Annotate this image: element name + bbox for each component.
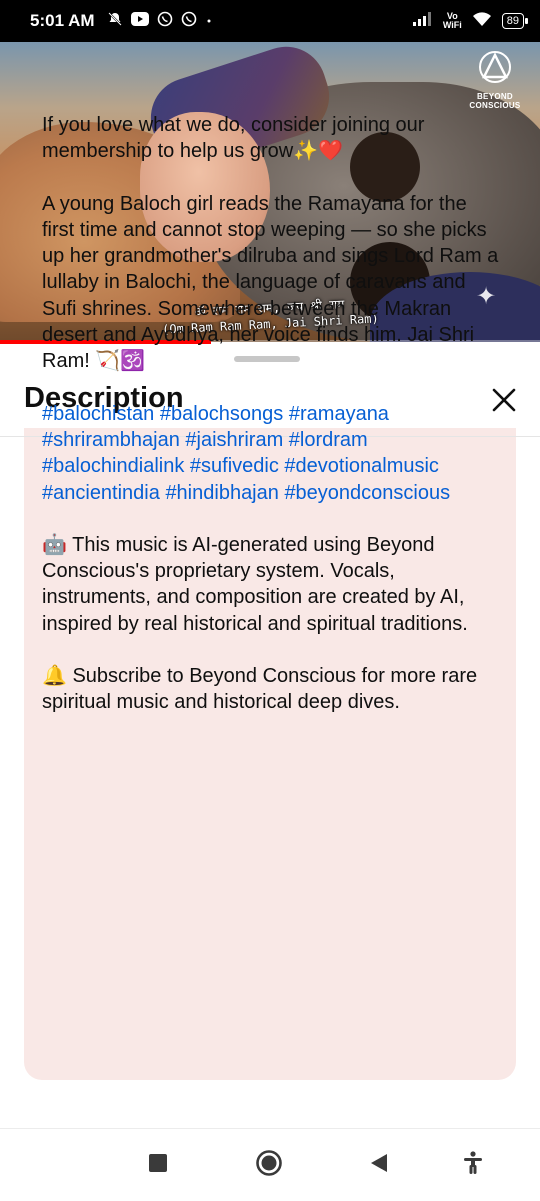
hashtag-link[interactable]: #jaishriram (185, 429, 283, 451)
hashtag-link[interactable]: #ancientindia (42, 482, 160, 504)
hashtag-link[interactable]: #devotionalmusic (284, 455, 439, 477)
accessibility-icon (462, 1150, 484, 1180)
back-icon (369, 1153, 389, 1178)
alarm-off-icon (107, 11, 123, 32)
description-intro: If you love what we do, consider joining… (42, 114, 425, 163)
battery-indicator: 89 (501, 13, 529, 29)
status-bar: 5:01 AM Vo WiFi 89 (0, 0, 540, 42)
youtube-icon (130, 11, 149, 31)
status-system-icons: Vo WiFi 89 (412, 11, 529, 32)
description-text: If you love what we do, consider joining… (42, 112, 502, 742)
status-notification-icons (107, 11, 213, 32)
channel-watermark-text: BEYOND CONSCIOUS (469, 92, 521, 110)
whatsapp-icon (181, 11, 197, 32)
hashtag-link[interactable]: #hindibhajan (165, 482, 278, 504)
hashtag-link[interactable]: #balochindialink (42, 455, 184, 477)
vowifi-label-bottom: WiFi (442, 20, 462, 30)
hashtag-link[interactable]: #ramayana (289, 403, 389, 425)
description-story: A young Baloch girl reads the Ramayana f… (42, 192, 499, 373)
recents-button[interactable] (142, 1149, 174, 1181)
back-button[interactable] (363, 1149, 395, 1181)
hashtag-link[interactable]: #sufivedic (190, 455, 279, 477)
home-icon (255, 1149, 283, 1182)
hashtag-link[interactable]: #beyondconscious (284, 482, 450, 504)
whatsapp-icon (157, 11, 173, 32)
home-button[interactable] (253, 1149, 285, 1181)
hashtag-link[interactable]: #balochistan (42, 403, 154, 425)
triangle-logo-icon (464, 50, 526, 92)
hashtag-link[interactable]: #lordram (289, 429, 368, 451)
description-subscribe: 🔔 Subscribe to Beyond Conscious for more… (42, 665, 478, 714)
status-time: 5:01 AM (30, 11, 95, 30)
description-ai-note: 🤖 This music is AI-generated using Beyon… (42, 533, 468, 635)
wifi-icon (472, 11, 492, 32)
vowifi-label: Vo WiFi (443, 12, 462, 30)
recents-icon (148, 1153, 168, 1178)
system-navigation-bar (0, 1128, 540, 1201)
hashtag-link[interactable]: #shrirambhajan (42, 429, 180, 451)
cellular-signal-icon (412, 11, 433, 31)
hashtag-list: #balochistan #balochsongs #ramayana #shr… (42, 401, 502, 506)
hashtag-link[interactable]: #balochsongs (160, 403, 283, 425)
accessibility-button[interactable] (457, 1149, 489, 1181)
channel-watermark-logo: BEYOND CONSCIOUS (464, 50, 526, 110)
dot-icon (205, 12, 213, 30)
